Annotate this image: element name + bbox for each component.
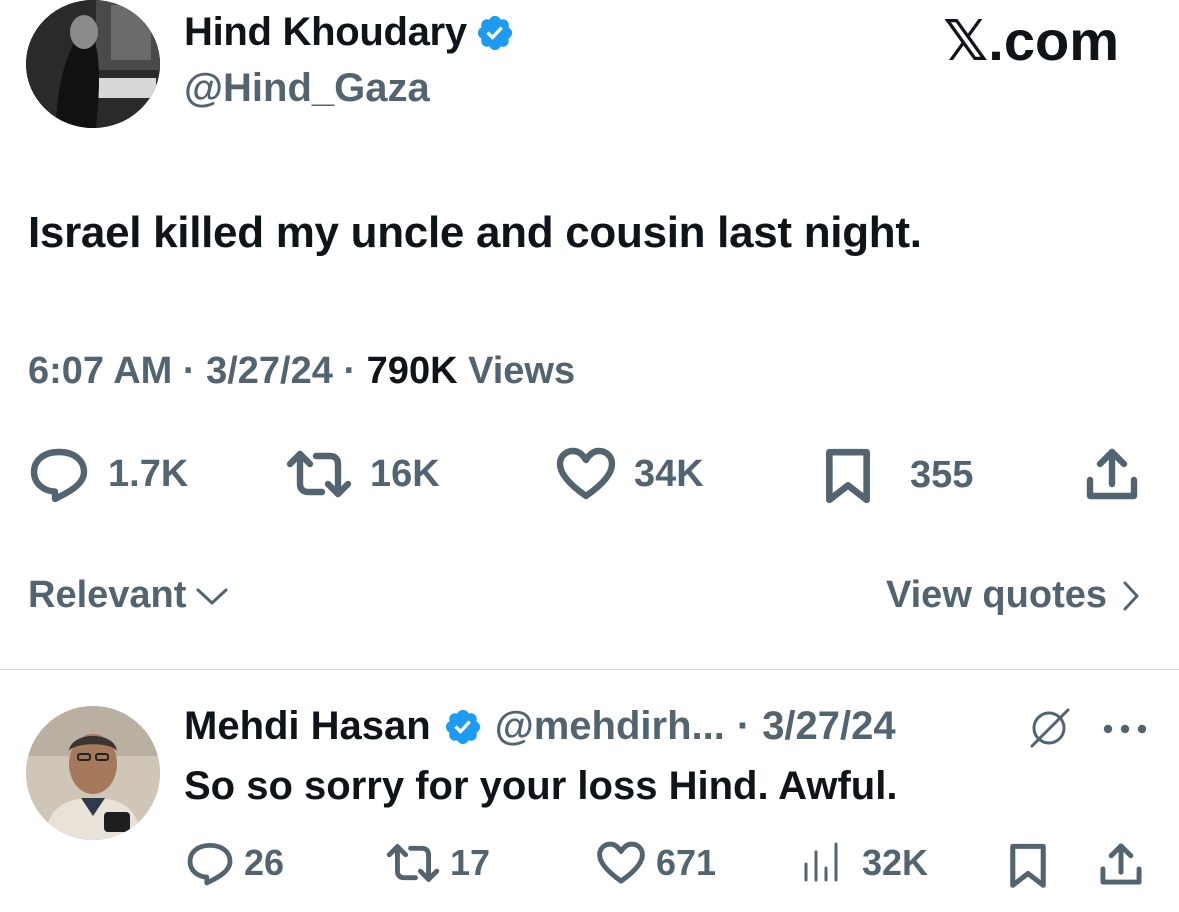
- meta-separator: ·: [182, 350, 196, 392]
- bookmark-count: 355: [910, 453, 974, 496]
- verified-badge-icon: [445, 709, 480, 744]
- reply-share-button[interactable]: [1098, 840, 1144, 888]
- more-dots-icon[interactable]: [1102, 722, 1148, 740]
- tweet-text: Israel killed my uncle and cousin last n…: [28, 208, 922, 257]
- repost-arrows-icon: [386, 844, 440, 882]
- speech-bubble-icon: [30, 448, 88, 502]
- sort-label: Relevant: [28, 574, 187, 616]
- heart-icon: [556, 447, 616, 500]
- reply-reply-button[interactable]: 26: [186, 840, 284, 886]
- divider: [0, 669, 1179, 670]
- verified-badge-icon: [477, 15, 512, 50]
- tweet-time[interactable]: 6:07 AM: [28, 350, 172, 392]
- author-avatar[interactable]: [26, 0, 160, 128]
- author-name[interactable]: Hind Khoudary: [184, 10, 467, 55]
- reply-views-count: 32K: [862, 842, 929, 883]
- reply-author-name[interactable]: Mehdi Hasan: [184, 704, 431, 749]
- repost-count: 16K: [370, 452, 440, 495]
- like-count: 34K: [634, 452, 704, 495]
- view-quotes-label: View quotes: [885, 574, 1107, 616]
- author-handle[interactable]: @Hind_Gaza: [184, 66, 430, 111]
- share-button[interactable]: [1084, 446, 1140, 502]
- repost-button[interactable]: 16K: [286, 446, 440, 502]
- reply-author-avatar[interactable]: [26, 706, 160, 840]
- sort-dropdown[interactable]: Relevant: [28, 574, 230, 617]
- bookmark-icon: [1010, 843, 1046, 888]
- view-quotes-link[interactable]: View quotes: [886, 574, 1141, 617]
- tweet-date[interactable]: 3/27/24: [206, 350, 333, 392]
- reply-reply-count: 26: [244, 842, 285, 883]
- reply-views-button[interactable]: 32K: [800, 840, 928, 886]
- heart-icon: [597, 841, 645, 884]
- reply-repost-button[interactable]: 17: [386, 840, 490, 886]
- speech-bubble-icon: [187, 843, 233, 886]
- meta-separator: ·: [343, 350, 357, 392]
- repost-arrows-icon: [286, 450, 352, 498]
- bar-chart-icon: [804, 842, 838, 882]
- reply-button[interactable]: 1.7K: [28, 446, 188, 502]
- chevron-down-icon: [196, 588, 228, 604]
- views-label: Views: [468, 350, 576, 392]
- reply-like-button[interactable]: 671: [596, 840, 716, 886]
- share-upload-icon: [1100, 843, 1142, 885]
- reply-count: 1.7K: [108, 452, 189, 495]
- tweet-meta: 6:07 AM · 3/27/24 · 790K Views: [28, 350, 575, 393]
- views-count: 790K: [366, 350, 458, 392]
- reply-bookmark-button[interactable]: [1006, 840, 1050, 890]
- reply-text: So so sorry for your loss Hind. Awful.: [184, 764, 898, 808]
- reply-repost-count: 17: [450, 842, 491, 883]
- bookmark-button[interactable]: 355: [820, 446, 973, 504]
- like-button[interactable]: 34K: [556, 446, 704, 502]
- grok-icon[interactable]: [1024, 706, 1074, 755]
- chevron-right-icon: [1123, 581, 1139, 610]
- brand-label: 𝕏.com: [943, 9, 1119, 72]
- reply-author-handle[interactable]: @mehdirh...: [495, 704, 725, 749]
- reply-like-count: 671: [656, 842, 717, 883]
- share-upload-icon: [1086, 448, 1138, 500]
- reply-date[interactable]: 3/27/24: [762, 704, 895, 749]
- reply-separator: ·: [736, 704, 751, 748]
- bookmark-icon: [826, 448, 870, 504]
